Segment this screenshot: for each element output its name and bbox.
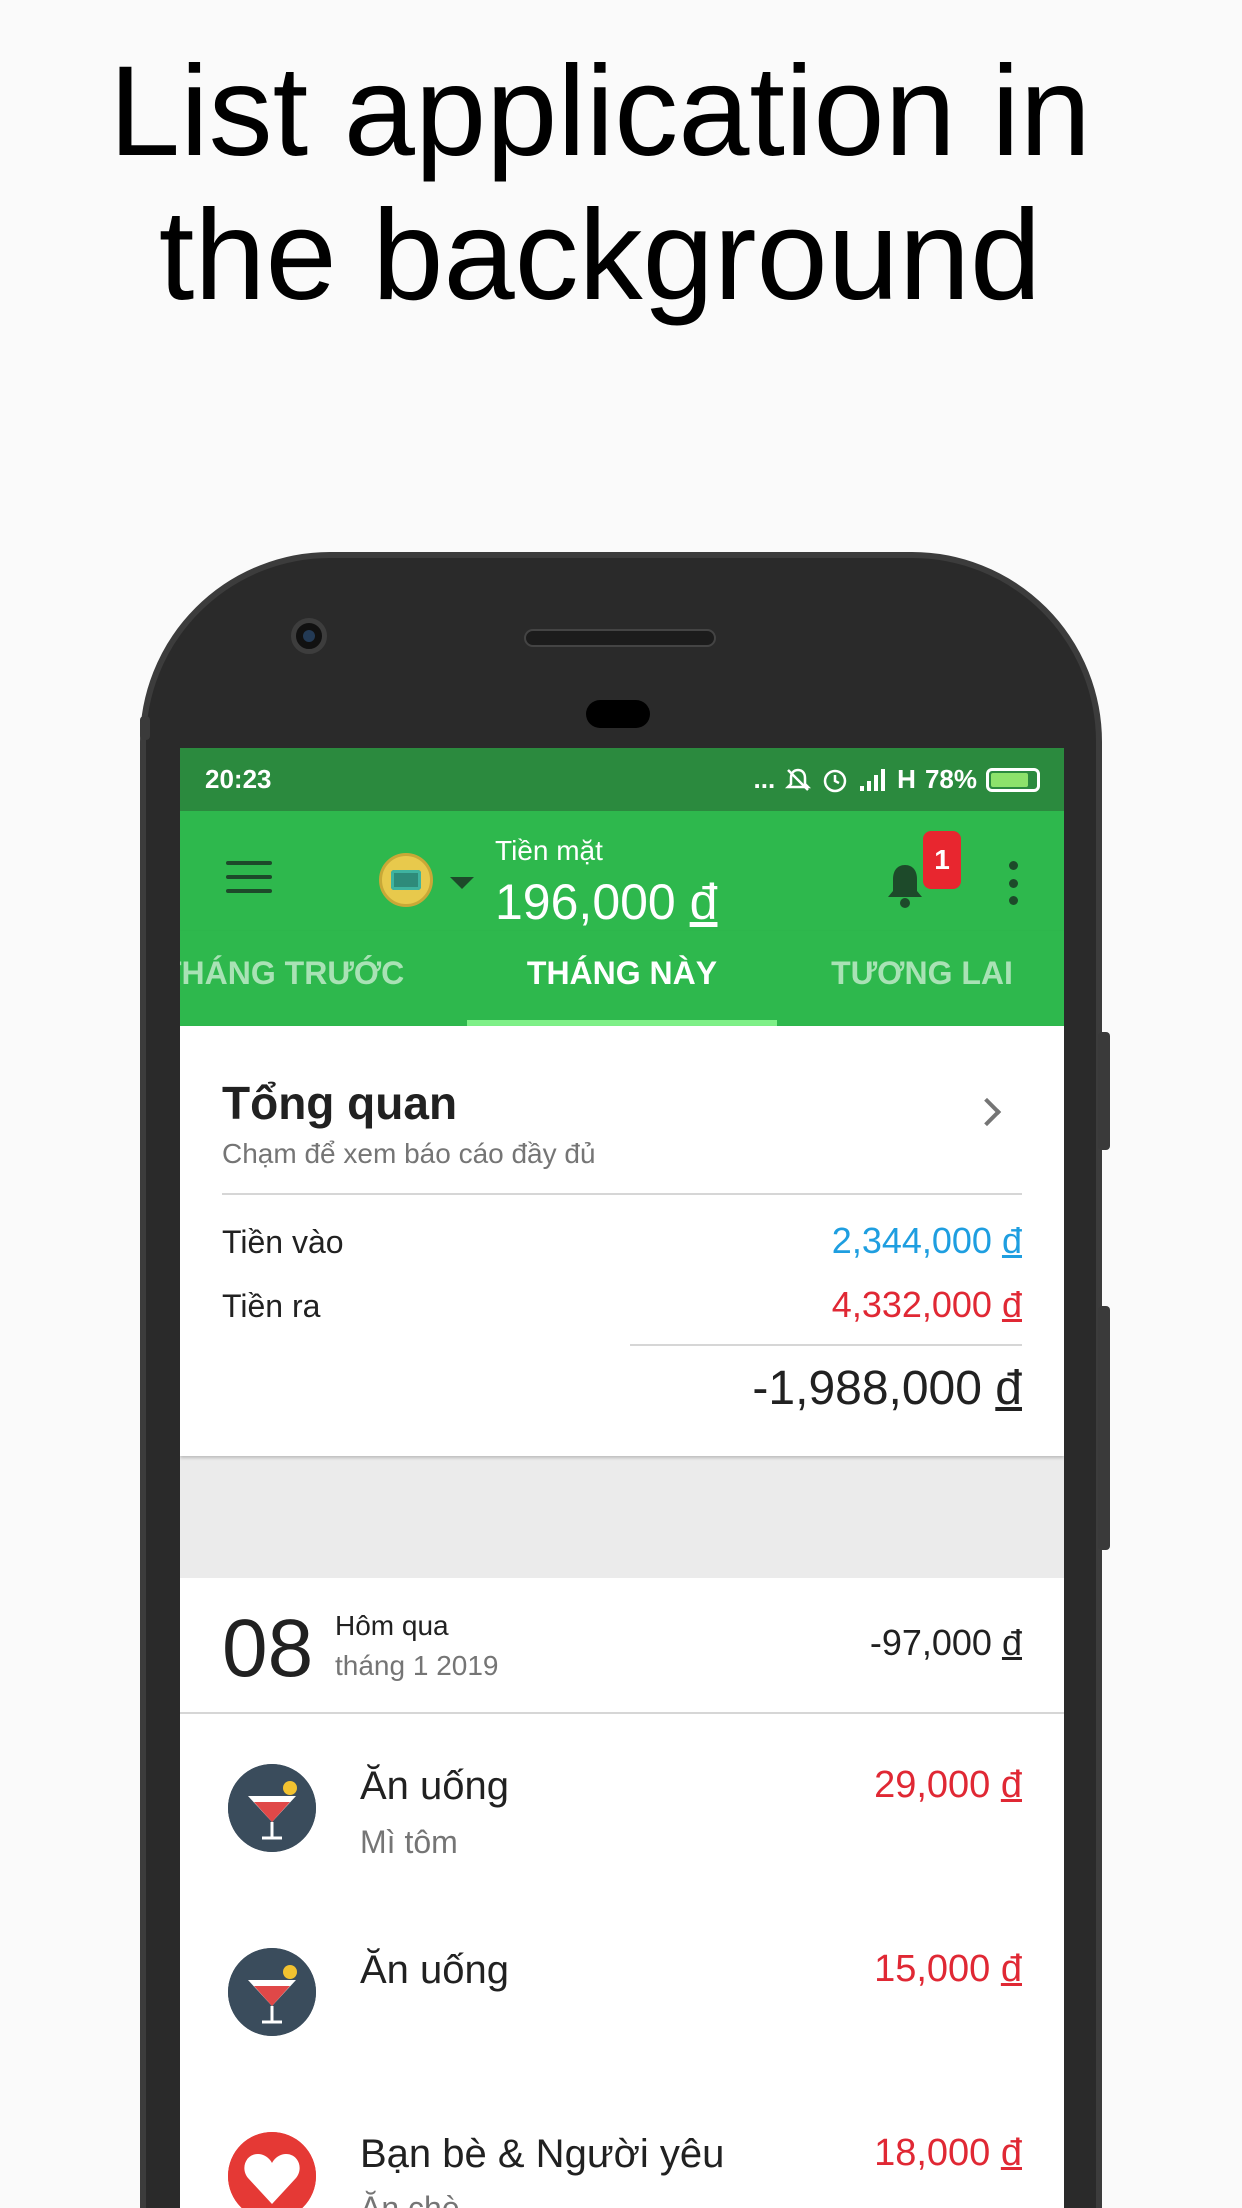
battery-icon <box>986 767 1040 792</box>
transaction-amount-value: 18,000 <box>874 2132 991 2174</box>
status-icons: ... H 78% <box>753 764 1040 795</box>
inflow-amount: 2,344,000 <box>831 1220 992 1261</box>
transaction-amount: 15,000 đ <box>874 1948 1022 1991</box>
status-bar: 20:23 ... H 78% <box>180 748 1064 811</box>
headline: List application in the background <box>0 40 1200 328</box>
tab-bar: THÁNG TRƯỚC THÁNG NÀY TƯƠNG LAI <box>180 931 1064 1026</box>
menu-icon[interactable] <box>226 861 272 893</box>
outflow-currency: đ <box>1001 1284 1022 1325</box>
proximity-sensor <box>586 700 650 728</box>
heart-icon <box>228 2132 316 2208</box>
transaction-amount-value: 29,000 <box>874 1764 991 1806</box>
tab-this-month[interactable]: THÁNG NÀY <box>467 931 777 1026</box>
day-total-amount: -97,000 <box>869 1622 992 1663</box>
more-options-icon[interactable] <box>1007 861 1019 905</box>
front-camera <box>291 618 327 654</box>
cocktail-icon <box>228 1948 316 2036</box>
transaction-category: Ăn uống <box>360 1764 510 1808</box>
day-relative-label: Hôm qua <box>335 1610 449 1641</box>
transaction-note: Ăn chè <box>360 2190 460 2208</box>
transaction-amount: 29,000 đ <box>874 1764 1022 1807</box>
tab-future[interactable]: TƯƠNG LAI <box>777 931 1064 1026</box>
app-bar: Tiền mặt 196,000 đ 1 <box>180 811 1064 931</box>
mute-bell-icon <box>785 768 812 791</box>
inflow-value: 2,344,000 đ <box>832 1220 1022 1262</box>
phone-side-notch <box>140 716 150 740</box>
notification-bell-icon[interactable] <box>883 861 927 909</box>
wallet-icon[interactable] <box>379 853 433 907</box>
overview-subtitle: Chạm để xem báo cáo đầy đủ <box>222 1138 596 1169</box>
transaction-currency: đ <box>1000 1948 1022 1990</box>
transaction-currency: đ <box>1000 2132 1022 2174</box>
transaction-category: Ăn uống <box>360 1948 510 1992</box>
overview-title: Tổng quan <box>222 1077 458 1129</box>
day-total-currency: đ <box>1001 1622 1022 1663</box>
headline-line-2: the background <box>158 184 1042 327</box>
notification-badge[interactable]: 1 <box>923 831 961 889</box>
headline-line-1: List application in <box>109 40 1091 183</box>
wallet-balance[interactable]: 196,000 đ <box>495 873 717 931</box>
day-month-year: tháng 1 2019 <box>335 1650 499 1681</box>
inflow-currency: đ <box>1001 1220 1022 1261</box>
phone-volume-button <box>1098 1032 1110 1150</box>
wallet-dropdown-icon[interactable] <box>450 877 474 889</box>
outflow-label: Tiền ra <box>222 1288 321 1324</box>
alarm-icon <box>823 769 847 792</box>
net-total: -1,988,000 đ <box>752 1361 1022 1416</box>
overview-divider <box>222 1193 1022 1195</box>
status-time: 20:23 <box>205 764 272 794</box>
outflow-amount: 4,332,000 <box>831 1284 992 1325</box>
net-currency: đ <box>995 1362 1022 1415</box>
transaction-amount-value: 15,000 <box>874 1948 991 1990</box>
transaction-currency: đ <box>1000 1764 1022 1806</box>
transaction-category: Bạn bè & Người yêu <box>360 2132 725 2176</box>
phone-power-button <box>1098 1306 1110 1550</box>
signal-icon <box>860 768 886 791</box>
inflow-label: Tiền vào <box>222 1224 344 1260</box>
cocktail-icon <box>228 1764 316 1852</box>
earpiece-speaker <box>524 629 716 647</box>
day-divider <box>180 1712 1064 1714</box>
transaction-amount: 18,000 đ <box>874 2132 1022 2175</box>
wallet-currency: đ <box>689 874 718 930</box>
transaction-note: Mì tôm <box>360 1824 458 1860</box>
wallet-balance-value: 196,000 <box>495 874 676 930</box>
net-divider <box>630 1344 1022 1346</box>
chevron-right-icon <box>972 1097 1002 1127</box>
day-total: -97,000 đ <box>870 1622 1022 1664</box>
phone-screen: 20:23 ... H 78% Tiền mặt 196,000 đ 1 THÁ… <box>180 748 1064 2208</box>
wallet-name[interactable]: Tiền mặt <box>495 835 603 867</box>
net-amount: -1,988,000 <box>752 1362 982 1415</box>
overview-card[interactable]: Tổng quan Chạm để xem báo cáo đầy đủ Tiề… <box>180 1026 1064 1456</box>
day-group-card: 08 Hôm qua tháng 1 2019 -97,000 đ Ăn uốn… <box>180 1578 1064 2208</box>
more-notifications-icon: ... <box>753 764 776 794</box>
tab-last-month[interactable]: THÁNG TRƯỚC <box>180 931 404 1026</box>
battery-percent: 78% <box>924 764 977 794</box>
day-number: 08 <box>222 1603 314 1694</box>
page: List application in the background 20:23… <box>0 0 1242 2208</box>
network-type: H <box>897 764 916 794</box>
outflow-value: 4,332,000 đ <box>832 1284 1022 1326</box>
